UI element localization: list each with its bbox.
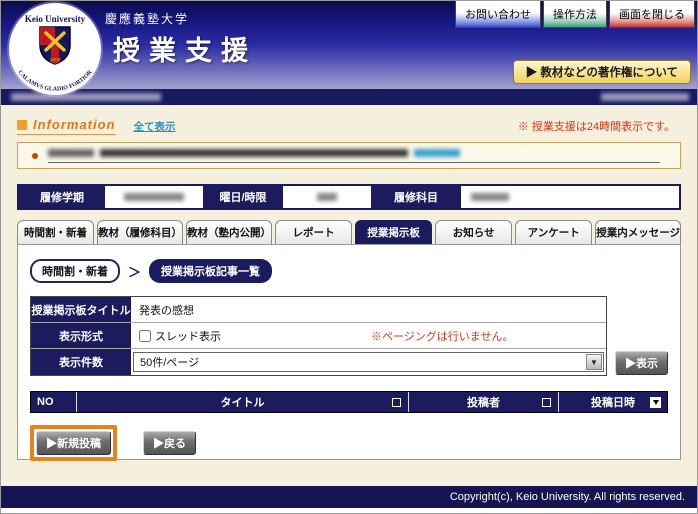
materials-copyright-button[interactable]: ▶ 教材などの著作権について (513, 60, 691, 84)
information-message (48, 149, 660, 163)
logo-motto: CALAMVS GLADIO FORTIOR (16, 70, 94, 92)
day-period-value (283, 186, 371, 208)
university-name-ja: 慶應義塾大学 (105, 10, 189, 27)
main-content: Information 全て表示 ※ 授業支援は24時間表示です。 履修学期 曜… (1, 105, 697, 488)
header-banner: Keio University 1858 CALAMVS GLADIO FORT… (1, 1, 697, 89)
show-all-link[interactable]: 全て表示 (134, 119, 176, 134)
thread-view-checkbox[interactable] (139, 330, 151, 342)
new-post-button[interactable]: ▶新規投稿 (36, 431, 111, 455)
sort-poster-icon[interactable] (542, 398, 551, 407)
column-title[interactable]: タイトル (77, 392, 409, 412)
redacted-info-date (48, 149, 94, 157)
logo-university-name: Keio University (9, 3, 101, 24)
day-period-label: 曜日/時限 (203, 186, 283, 208)
new-post-highlight: ▶新規投稿 (30, 425, 117, 461)
page-size-select[interactable]: 50件/ページ ▼ (133, 352, 604, 372)
page-title: 授業支援 (113, 29, 257, 68)
column-no: NO (31, 392, 77, 412)
display-format-row: 表示形式 スレッド表示 ※ページングは行いません。 (31, 323, 606, 349)
tab-timetable-new[interactable]: 時間割・新着 (17, 220, 94, 244)
course-subject-value (461, 186, 679, 208)
semester-label: 履修学期 (19, 186, 105, 208)
user-status-bar (1, 89, 697, 105)
information-title-wrap: Information (17, 117, 116, 135)
display-format-value: スレッド表示 ※ページングは行いません。 (131, 323, 606, 348)
board-title-value: 発表の感想 (131, 297, 606, 322)
column-poster[interactable]: 投稿者 (409, 392, 559, 412)
redacted-info-text (100, 149, 408, 157)
sort-date-desc-icon[interactable] (650, 397, 661, 408)
app-window: Keio University 1858 CALAMVS GLADIO FORT… (0, 0, 698, 514)
svg-text:CALAMVS GLADIO FORTIOR: CALAMVS GLADIO FORTIOR (16, 70, 94, 92)
breadcrumb-parent[interactable]: 時間割・新着 (30, 259, 120, 283)
board-title-row: 授業掲示板タイトル 発表の感想 (31, 297, 606, 323)
tab-materials-course[interactable]: 教材（履修科目） (97, 220, 183, 244)
back-button[interactable]: ▶戻る (143, 431, 196, 455)
page-size-selected-option: 50件/ページ (140, 354, 199, 370)
tab-class-message[interactable]: 授業内メッセージ (595, 220, 681, 244)
information-title: Information (33, 117, 116, 132)
board-title-label: 授業掲示板タイトル (31, 297, 131, 322)
close-screen-button[interactable]: 画面を閉じる (609, 1, 695, 28)
tab-bar: 時間割・新着 教材（履修科目） 教材（塾内公開） レポート 授業掲示板 お知らせ… (17, 220, 681, 244)
column-date-label: 投稿日時 (591, 394, 635, 410)
logo-motto-arc: CALAMVS GLADIO FORTIOR (12, 70, 98, 92)
column-poster-label: 投稿者 (467, 394, 500, 410)
show-button[interactable]: ▶表示 (615, 351, 668, 375)
bullet-dot-icon (32, 153, 38, 159)
hours-note: ※ 授業支援は24時間表示です。 (518, 118, 681, 134)
tab-report[interactable]: レポート (275, 220, 352, 244)
action-button-row: ▶新規投稿 ▶戻る (30, 425, 668, 461)
tab-panel: 時間割・新着 ＞ 授業掲示板記事一覧 授業掲示板タイトル 発表の感想 表示形式 … (17, 244, 681, 460)
sort-title-icon[interactable] (392, 398, 401, 407)
page-size-label: 表示件数 (31, 349, 131, 375)
information-header: Information 全て表示 ※ 授業支援は24時間表示です。 (1, 105, 697, 135)
select-dropdown-arrow-icon[interactable]: ▼ (586, 354, 602, 370)
board-filter-form: 授業掲示板タイトル 発表の感想 表示形式 スレッド表示 ※ページングは行いません… (30, 296, 668, 376)
contact-button[interactable]: お問い合わせ (455, 1, 541, 28)
logo-year: 1858 (50, 58, 61, 64)
tab-notice[interactable]: お知らせ (435, 220, 512, 244)
footer-bar: Copyright(c), Keio University. All right… (1, 486, 697, 508)
tab-materials-public[interactable]: 教材（塾内公開） (186, 220, 272, 244)
breadcrumb-current: 授業掲示板記事一覧 (149, 259, 272, 283)
show-button-wrap: ▶表示 (615, 351, 668, 375)
tab-class-board[interactable]: 授業掲示板 (355, 220, 432, 244)
page-size-value: 50件/ページ ▼ (131, 349, 606, 375)
display-format-label: 表示形式 (31, 323, 131, 348)
back-button-wrap: ▶戻る (143, 431, 196, 455)
page-size-row: 表示件数 50件/ページ ▼ (31, 349, 606, 375)
how-to-button[interactable]: 操作方法 (543, 1, 607, 28)
orange-square-icon (17, 120, 27, 130)
tab-survey[interactable]: アンケート (515, 220, 592, 244)
chevron-right-icon: ＞ (128, 262, 141, 281)
breadcrumb: 時間割・新着 ＞ 授業掲示板記事一覧 (30, 259, 668, 283)
semester-value (105, 186, 203, 208)
filter-table: 授業掲示板タイトル 発表の感想 表示形式 スレッド表示 ※ページングは行いません… (30, 296, 607, 376)
course-subject-label: 履修科目 (371, 186, 461, 208)
thread-view-label: スレッド表示 (155, 328, 221, 344)
course-info-bar: 履修学期 曜日/時限 履修科目 (17, 184, 681, 210)
keio-university-logo: Keio University 1858 CALAMVS GLADIO FORT… (9, 3, 101, 95)
copyright-text: Copyright(c), Keio University. All right… (450, 491, 685, 503)
header-button-group: お問い合わせ 操作方法 画面を閉じる (455, 1, 695, 28)
redacted-datetime (601, 93, 689, 101)
column-title-label: タイトル (221, 394, 265, 410)
paging-note: ※ページングは行いません。 (371, 328, 513, 344)
column-date[interactable]: 投稿日時 (559, 392, 667, 412)
information-box (17, 142, 681, 169)
redacted-info-link[interactable] (414, 149, 460, 157)
results-table-header: NO タイトル 投稿者 投稿日時 (30, 391, 668, 413)
keio-shield-icon: 1858 (38, 25, 72, 65)
